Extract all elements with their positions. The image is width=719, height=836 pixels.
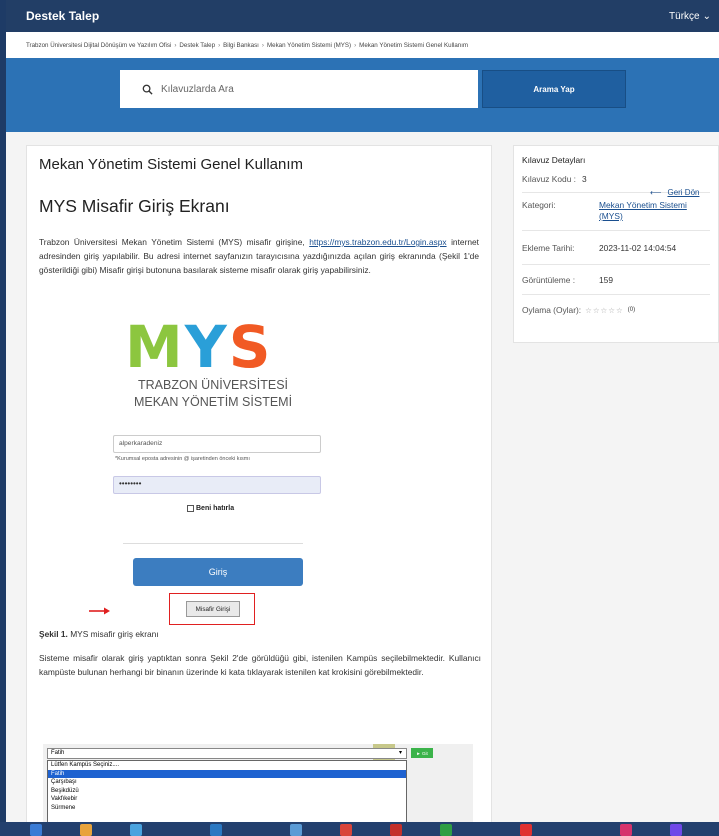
taskbar-app-icon[interactable] (340, 824, 352, 836)
go-button-image: ► Git (411, 748, 433, 758)
rating-stars-icon[interactable]: ☆☆☆☆☆ (585, 306, 624, 315)
article-paragraph-1: Trabzon Üniversitesi Mekan Yönetim Siste… (39, 237, 480, 275)
campus-dropdown-image: Fatih ▾ (47, 748, 407, 759)
breadcrumb-item[interactable]: Bilgi Bankası (223, 42, 259, 49)
campus-option-selected: Fatih (48, 769, 406, 778)
taskbar-app-icon[interactable] (440, 824, 452, 836)
search-icon (142, 84, 153, 95)
detail-category: Kategori: Mekan Yönetim Sistemi (MYS) (522, 193, 710, 231)
taskbar-app-icon[interactable] (670, 824, 682, 836)
remember-me: Beni hatırla (187, 505, 234, 512)
guide-details-panel: Kılavuz Detayları Kılavuz Kodu :3 Katego… (513, 145, 719, 343)
category-link[interactable]: Mekan Yönetim Sistemi (MYS) (599, 200, 709, 230)
breadcrumb-item[interactable]: Trabzon Üniversitesi Dijital Dönüşüm ve … (26, 42, 171, 49)
taskbar-app-icon[interactable] (30, 824, 42, 836)
taskbar-app-icon[interactable] (130, 824, 142, 836)
campus-option: Lütfen Kampüs Seçiniz.... (51, 762, 120, 768)
taskbar-app-icon[interactable] (210, 824, 222, 836)
detail-views: Görüntüleme :159 (522, 265, 710, 295)
campus-option: Beşikdüzü (51, 787, 79, 794)
arrow-left-icon: ⟵ (650, 188, 662, 197)
logo-subtitle-2: MEKAN YÖNETİM SİSTEMİ (133, 395, 293, 409)
campus-option: Sürmene (51, 804, 76, 811)
taskbar-app-icon[interactable] (80, 824, 92, 836)
article-title: Mekan Yönetim Sistemi Genel Kullanım (39, 156, 304, 173)
search-band: Kılavuzlarda Ara Arama Yap (6, 58, 719, 132)
login-url-link[interactable]: https://mys.trabzon.edu.tr/Login.aspx (309, 237, 446, 247)
chevron-down-icon: ⌄ (702, 10, 711, 22)
breadcrumb: Trabzon Üniversitesi Dijital Dönüşüm ve … (6, 32, 719, 58)
article-heading: MYS Misafir Giriş Ekranı (39, 196, 230, 216)
figure-1-screenshot: MYS TRABZON ÜNİVERSİTESİ MEKAN YÖNETİM S… (89, 313, 321, 628)
username-hint: *Kurumsal eposta adresinin @ işaretinden… (115, 456, 250, 462)
username-field: alperkaradeniz (113, 435, 321, 453)
logo-subtitle-1: TRABZON ÜNİVERSİTESİ (137, 378, 289, 392)
chevron-down-icon: ▾ (398, 750, 402, 756)
checkbox-icon (187, 505, 194, 512)
browser-frame: Destek Talep Türkçe ⌄ Trabzon Üniversite… (6, 0, 719, 836)
password-field: •••••••• (113, 476, 321, 494)
login-button-image: Giriş (133, 558, 303, 586)
top-bar: Destek Talep Türkçe ⌄ (6, 0, 719, 32)
mys-logo: MYS (125, 313, 273, 381)
taskbar (0, 822, 719, 836)
search-placeholder: Kılavuzlarda Ara (161, 83, 234, 95)
breadcrumb-item[interactable]: Destek Talep (179, 42, 215, 49)
figure-1-caption: Şekil 1. MYS misafir giriş ekranı (39, 629, 159, 639)
taskbar-app-icon[interactable] (290, 824, 302, 836)
language-selector[interactable]: Türkçe ⌄ (669, 11, 711, 22)
search-input[interactable]: Kılavuzlarda Ara (120, 70, 478, 108)
breadcrumb-current: Mekan Yönetim Sistemi Genel Kullanım (359, 41, 469, 49)
language-label: Türkçe (669, 10, 700, 22)
taskbar-app-icon[interactable] (520, 824, 532, 836)
article-panel: Mekan Yönetim Sistemi Genel Kullanım MYS… (26, 145, 492, 836)
guest-login-button-image: Misafir Girişi (186, 601, 240, 617)
article-paragraph-2: Sisteme misafir olarak giriş yaptıktan s… (39, 653, 481, 677)
back-link[interactable]: ⟵ Geri Dön (650, 188, 715, 197)
brand-title[interactable]: Destek Talep (26, 9, 99, 23)
taskbar-app-icon[interactable] (620, 824, 632, 836)
campus-option: Vakfıkebir (51, 796, 78, 802)
detail-date: Ekleme Tarihi: 2023-11-02 14:04:54 (522, 231, 710, 265)
sidebar-title: Kılavuz Detayları (522, 155, 586, 165)
detail-rating: Oylama (Oylar): ☆☆☆☆☆ (0) (522, 305, 636, 315)
taskbar-app-icon[interactable] (390, 824, 402, 836)
red-arrow-icon (89, 607, 110, 615)
campus-option: Çarşıbaşı (51, 779, 77, 785)
guest-login-highlight: Misafir Girişi (169, 593, 255, 625)
search-button[interactable]: Arama Yap (482, 70, 626, 108)
breadcrumb-item[interactable]: Mekan Yönetim Sistemi (MYS) (267, 42, 351, 49)
divider (123, 543, 303, 544)
